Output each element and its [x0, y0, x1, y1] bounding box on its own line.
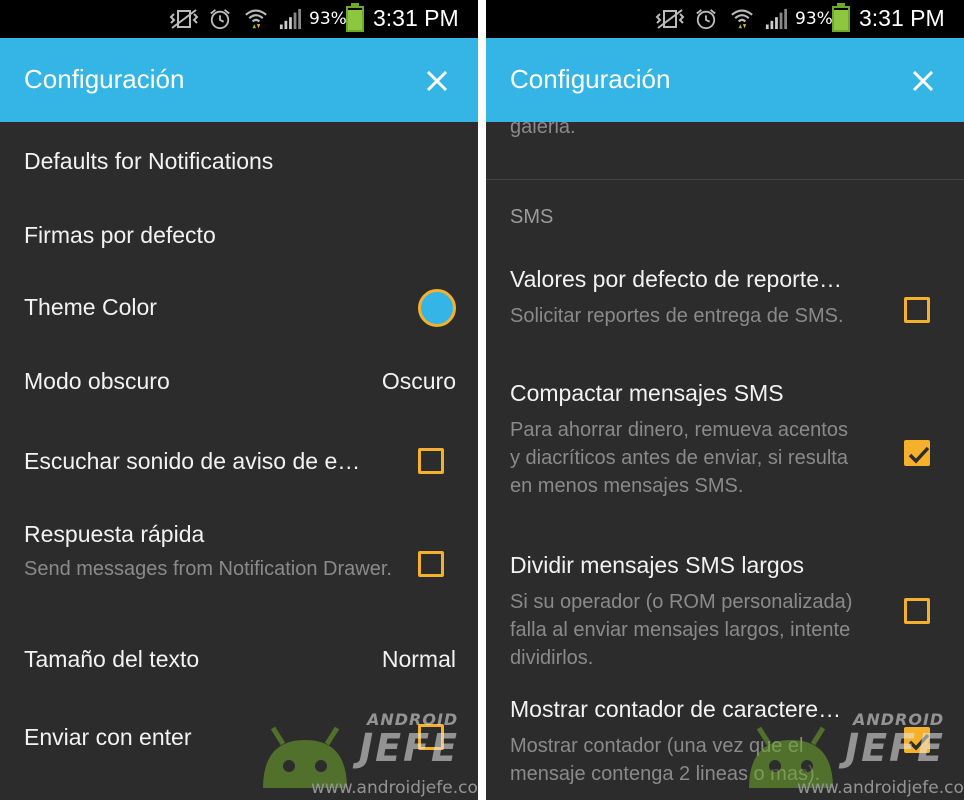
checkbox-escuchar-sonido[interactable] — [418, 448, 444, 474]
setting-summary: Para ahorrar dinero, remueva acentos y d… — [510, 419, 848, 497]
setting-title: Tamaño del texto — [24, 646, 200, 672]
check-icon — [908, 446, 930, 464]
setting-escuchar-sonido[interactable]: Escuchar sonido de aviso de e… — [0, 420, 478, 508]
setting-compactar-sms[interactable]: Compactar mensajes SMS Para ahorrar dine… — [486, 368, 964, 540]
status-time: 3:31 PM — [859, 5, 945, 31]
setting-title: Enviar con enter — [24, 724, 192, 750]
close-icon[interactable] — [908, 66, 938, 96]
theme-color-swatch[interactable] — [418, 289, 456, 327]
battery-icon — [346, 3, 364, 32]
status-bar: 93% 3:31 PM — [0, 0, 478, 38]
settings-screen-left: 93% 3:31 PM Configuración Defaults for N… — [0, 0, 478, 800]
setting-tamano-texto[interactable]: Tamaño del texto Normal — [0, 624, 478, 702]
settings-screen-right: 93% 3:31 PM Configuración galeria. SMS V… — [486, 0, 964, 800]
battery-percent: 93% — [309, 9, 347, 29]
setting-enviar-enter[interactable]: Enviar con enter — [0, 702, 478, 800]
checkbox-mostrar-contador[interactable] — [904, 727, 930, 753]
setting-respuesta-rapida[interactable]: Respuesta rápida Send messages from Noti… — [0, 508, 478, 624]
setting-dividir-sms[interactable]: Dividir mensajes SMS largos Si su operad… — [486, 540, 964, 684]
setting-mostrar-contador[interactable]: Mostrar contador de caractere… Mostrar c… — [486, 684, 964, 800]
page-title: Configuración — [510, 64, 671, 94]
app-bar: Configuración — [0, 38, 478, 122]
alarm-icon — [696, 9, 716, 30]
checkbox-respuesta-rapida[interactable] — [418, 551, 444, 577]
close-icon[interactable] — [422, 66, 452, 96]
setting-value: Oscuro — [381, 368, 456, 394]
setting-modo-obscuro[interactable]: Modo obscuro Oscuro — [0, 342, 478, 420]
page-title: Configuración — [24, 64, 185, 94]
checkbox-valores-reporte[interactable] — [904, 297, 930, 323]
signal-icon — [279, 8, 301, 30]
wifi-icon — [245, 9, 267, 29]
status-bar: 93% 3:31 PM — [486, 0, 964, 38]
section-header-sms: SMS — [510, 206, 554, 228]
checkbox-dividir-sms[interactable] — [904, 598, 930, 624]
setting-title: Theme Color — [24, 294, 157, 320]
check-icon — [908, 733, 930, 751]
setting-summary: Mostrar contador (una vez que el mensaje… — [510, 735, 821, 785]
status-time: 3:31 PM — [373, 5, 459, 31]
setting-valores-reporte[interactable]: Valores por defecto de reporte… Solicita… — [486, 254, 964, 368]
setting-defaults-notifications[interactable]: Defaults for Notifications — [0, 122, 478, 196]
setting-value: Normal — [381, 646, 456, 672]
setting-title: Mostrar contador de caractere… — [510, 696, 842, 722]
setting-title: Escuchar sonido de aviso de e… — [24, 448, 361, 474]
wifi-icon — [731, 9, 753, 29]
signal-icon — [765, 8, 787, 30]
setting-title: Modo obscuro — [24, 368, 170, 394]
setting-title: Respuesta rápida — [24, 521, 205, 547]
settings-list: Defaults for Notifications Firmas por de… — [0, 122, 478, 800]
setting-title: Defaults for Notifications — [24, 148, 274, 174]
setting-summary: Send messages from Notification Drawer. — [24, 558, 392, 580]
setting-title: Valores por defecto de reporte… — [510, 266, 842, 292]
checkbox-enviar-enter[interactable] — [418, 724, 444, 750]
setting-title: Compactar mensajes SMS — [510, 380, 784, 406]
setting-theme-color[interactable]: Theme Color — [0, 268, 478, 342]
app-bar: Configuración — [486, 38, 964, 122]
setting-summary: Solicitar reportes de entrega de SMS. — [510, 305, 844, 327]
checkbox-compactar-sms[interactable] — [904, 440, 930, 466]
settings-list: galeria. SMS Valores por defecto de repo… — [486, 122, 964, 800]
divider — [486, 179, 964, 180]
setting-title: Dividir mensajes SMS largos — [510, 552, 804, 578]
cut-off-summary: galeria. — [510, 122, 576, 138]
setting-summary: Si su operador (o ROM personalizada) fal… — [510, 591, 853, 669]
setting-firmas[interactable]: Firmas por defecto — [0, 196, 478, 268]
setting-title: Firmas por defecto — [24, 222, 216, 248]
mute-vibrate-icon — [655, 9, 685, 29]
alarm-icon — [210, 9, 230, 30]
battery-icon — [832, 3, 850, 32]
battery-percent: 93% — [795, 9, 833, 29]
mute-vibrate-icon — [169, 9, 199, 29]
